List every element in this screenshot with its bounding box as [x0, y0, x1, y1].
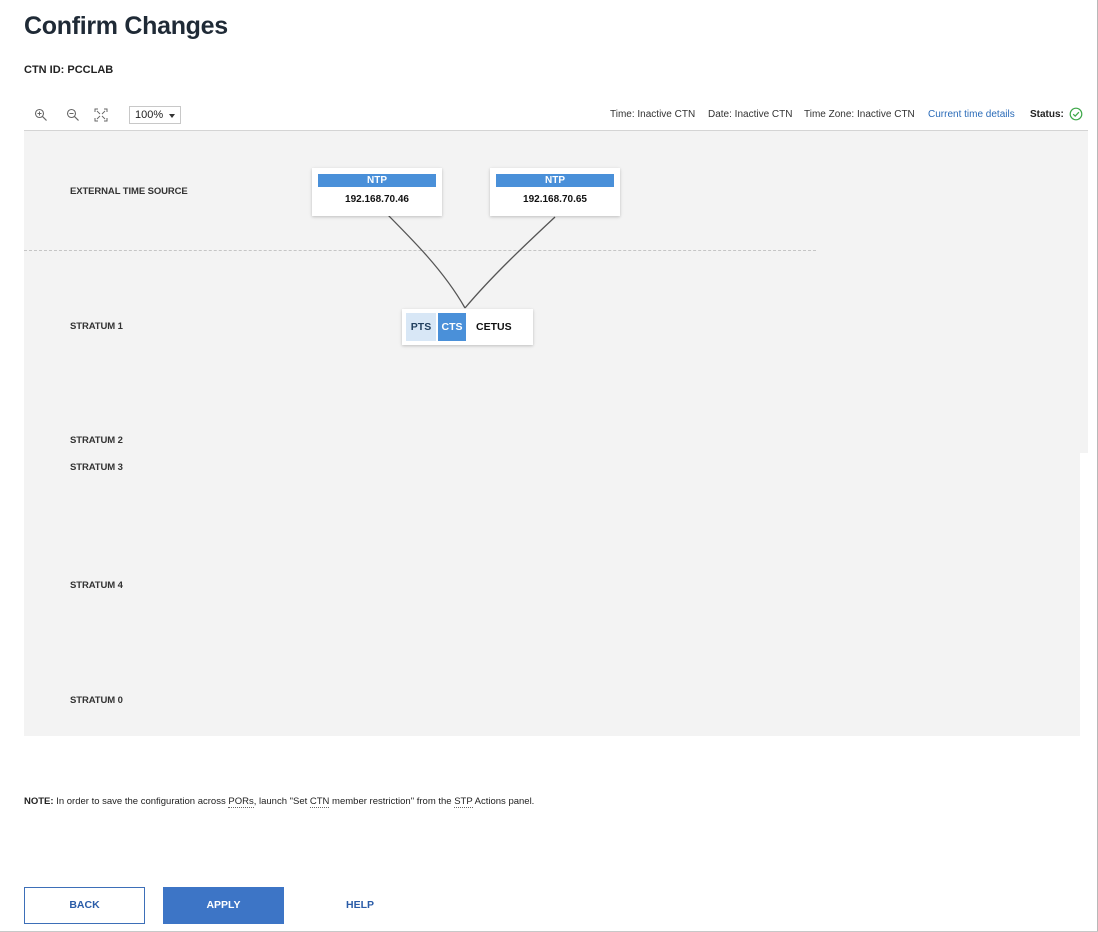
ctn-abbreviation: CTN: [309, 796, 330, 808]
row-label-stratum-0: STRATUM 0: [70, 695, 123, 706]
ntp-ip-address: 192.168.70.65: [523, 194, 587, 205]
note-text: NOTE: In order to save the configuration…: [24, 796, 535, 808]
row-label-external-time-source: EXTERNAL TIME SOURCE: [70, 186, 188, 197]
help-button[interactable]: HELP: [330, 887, 390, 924]
zoom-out-icon[interactable]: [62, 104, 84, 126]
back-button[interactable]: BACK: [24, 887, 145, 924]
current-time-details-link[interactable]: Current time details: [928, 109, 1015, 120]
page-title: Confirm Changes: [24, 12, 228, 40]
ctn-id-label: CTN ID: PCCLAB: [24, 64, 114, 76]
row-label-stratum-4: STRATUM 4: [70, 580, 123, 591]
canvas-edge: [1080, 131, 1088, 453]
zoom-in-icon[interactable]: [30, 104, 52, 126]
status-label: Status:: [1030, 109, 1064, 120]
ntp-server-card[interactable]: NTP 192.168.70.65: [490, 168, 620, 216]
apply-button[interactable]: APPLY: [163, 887, 284, 924]
note-part: In order to save the configuration acros…: [53, 796, 229, 807]
server-name: CETUS: [476, 321, 512, 333]
date-info: Date: Inactive CTN: [708, 109, 793, 120]
zoom-level-select[interactable]: 100%: [129, 106, 181, 124]
stp-abbreviation: STP: [454, 796, 473, 808]
check-circle-icon: [1069, 107, 1083, 121]
ntp-connectors: [375, 202, 556, 309]
row-label-stratum-2: STRATUM 2: [70, 435, 123, 446]
pts-badge: PTS: [406, 313, 436, 341]
note-part: , launch "Set: [253, 796, 310, 807]
pors-abbreviation: PORs: [228, 796, 254, 808]
row-label-stratum-1: STRATUM 1: [70, 321, 123, 332]
connector-ntp-2: [464, 216, 556, 309]
ntp-type-label: NTP: [496, 174, 614, 187]
topology-canvas: EXTERNAL TIME SOURCE STRATUM 1 STRATUM 2…: [24, 131, 1088, 736]
note-part: Actions panel.: [472, 796, 535, 807]
connector-ntp-1: [375, 202, 466, 309]
ntp-server-card[interactable]: NTP 192.168.70.46: [312, 168, 442, 216]
topology-toolbar: 100% Time: Inactive CTN Date: Inactive C…: [24, 104, 1088, 130]
cts-badge: CTS: [438, 313, 466, 341]
row-label-stratum-3: STRATUM 3: [70, 462, 123, 473]
ntp-type-label: NTP: [318, 174, 436, 187]
server-node-cetus[interactable]: PTS CTS CETUS: [402, 309, 533, 345]
ntp-ip-address: 192.168.70.46: [345, 194, 409, 205]
time-zone-info: Time Zone: Inactive CTN: [804, 109, 915, 120]
zoom-level-value: 100%: [135, 109, 164, 121]
note-part: member restriction" from the: [329, 796, 455, 807]
note-prefix: NOTE:: [24, 796, 54, 807]
external-source-divider: [24, 250, 816, 251]
chevron-down-icon: [169, 114, 175, 118]
fit-to-screen-icon[interactable]: [90, 104, 112, 126]
time-info: Time: Inactive CTN: [610, 109, 696, 120]
